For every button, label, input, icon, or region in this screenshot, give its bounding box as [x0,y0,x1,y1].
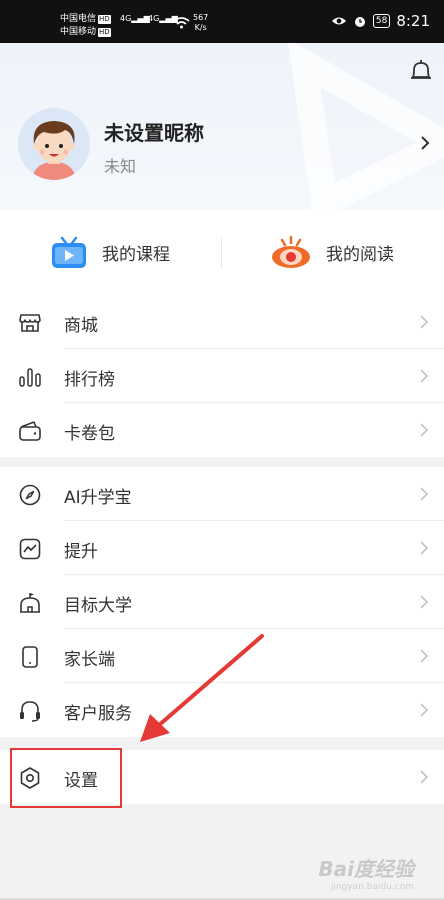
chevron-right-icon [420,315,428,329]
avatar-illustration [18,108,90,180]
menu-item-ranking[interactable]: 排行榜 [0,349,444,403]
chevron-right-icon [420,487,428,501]
my-courses-button[interactable]: 我的课程 [50,234,170,270]
hd-badge: HD [98,15,111,24]
alarm-icon [354,17,365,27]
clock: 8:21 [396,12,430,30]
menu-label: AI升学宝 [64,488,132,508]
eye-comfort-icon [331,17,346,25]
menu-label: 提升 [64,542,98,562]
menu-item-shop[interactable]: 商城 [0,295,444,349]
trend-icon [19,538,41,560]
menu-item-parent[interactable]: 家长端 [0,629,444,683]
chevron-right-icon [420,595,428,609]
university-icon [20,593,40,613]
menu-label: 家长端 [64,650,115,670]
menu-group-services: 商城 排行榜 卡卷包 [0,295,444,457]
shortcut-row: 我的课程 我的阅读 [0,210,444,295]
divider [221,238,222,268]
bell-icon[interactable] [410,58,432,84]
chevron-right-icon [420,541,428,555]
battery-indicator: 58 [372,14,391,28]
carrier-info: 中国电信 HD 中国移动 HD [60,13,111,39]
wallet-icon [19,421,41,441]
my-reading-button[interactable]: 我的阅读 [270,234,394,270]
status-bar: 中国电信 HD 中国移动 HD 4G▂▄▆ 4G▂▄▆ 567 K/s 58 8:2… [0,0,444,43]
wifi-icon [173,17,190,29]
menu-item-improve[interactable]: 提升 [0,521,444,575]
chevron-right-icon [420,423,428,437]
menu-item-ai[interactable]: AI升学宝 [0,467,444,521]
menu-item-wallet[interactable]: 卡卷包 [0,403,444,457]
chevron-right-icon [420,703,428,717]
watermark: Bai度经验 jingyan.baidu.com [318,857,414,892]
chevron-right-icon[interactable] [420,136,430,150]
profile-status: 未知 [104,157,137,176]
tv-icon [52,236,86,268]
chevron-right-icon [420,770,428,784]
my-courses-label: 我的课程 [102,244,170,265]
menu-label: 排行榜 [64,370,115,390]
carrier-2: 中国移动 [60,27,97,37]
avatar[interactable] [18,108,90,180]
chevron-right-icon [420,649,428,663]
menu-label: 商城 [64,316,98,336]
menu-group-learning: AI升学宝 提升 目标大学 家长端 客户服务 [0,467,444,737]
chevron-right-icon [420,369,428,383]
menu-item-customer-service[interactable]: 客户服务 [0,683,444,737]
profile-header: 未设置昵称 未知 [0,43,444,210]
eye-icon [272,235,310,268]
status-right: 58 8:21 [331,12,430,30]
signal-icon: 4G▂▄▆ [120,14,150,23]
carrier-1: 中国电信 [60,14,97,24]
hd-badge: HD [98,28,111,37]
menu-item-target-university[interactable]: 目标大学 [0,575,444,629]
phone-icon [22,646,38,668]
compass-icon [19,484,41,506]
net-speed: 567 K/s [193,13,209,32]
nickname[interactable]: 未设置昵称 [104,117,204,146]
highlight-box [10,748,122,808]
shop-icon [19,314,41,332]
menu-label: 卡卷包 [64,424,115,444]
my-reading-label: 我的阅读 [326,244,394,265]
menu-label: 目标大学 [64,596,132,616]
ranking-icon [19,368,41,387]
headset-icon [20,701,40,722]
menu-label: 客户服务 [64,704,132,724]
